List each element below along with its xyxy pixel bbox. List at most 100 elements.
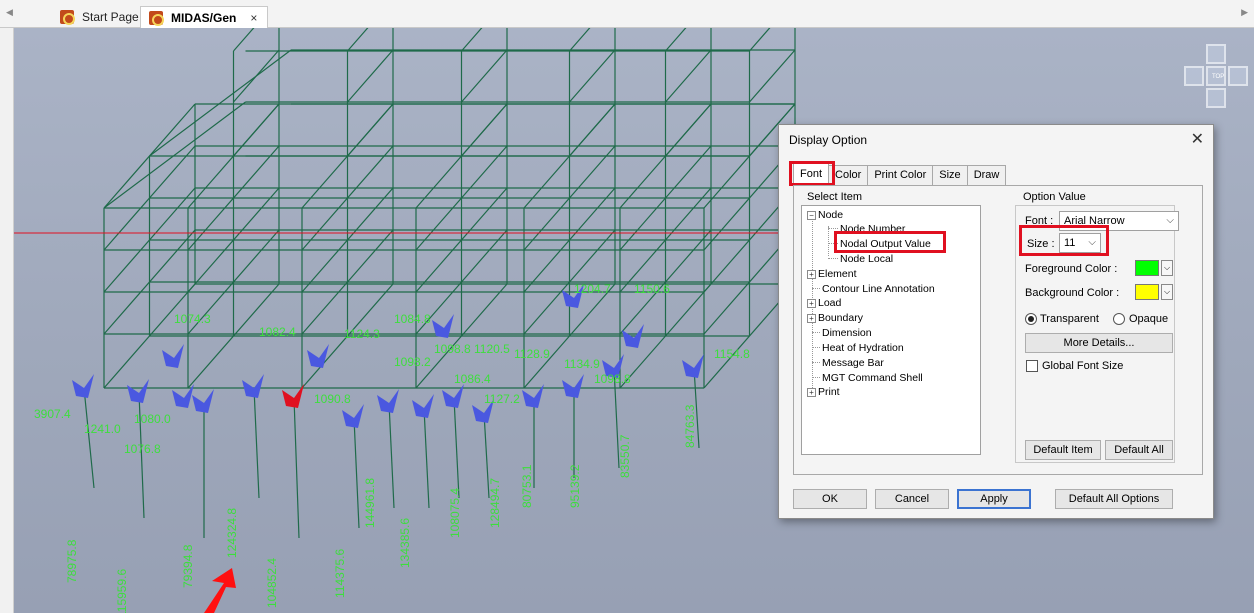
tab-midas-gen-label: MIDAS/Gen: [171, 10, 237, 25]
opaque-radio[interactable]: [1113, 313, 1125, 325]
nodal-output-label: 84763.3: [683, 404, 697, 448]
view-cube-navigator[interactable]: TOP: [1184, 44, 1248, 108]
transparent-label: Transparent: [1040, 313, 1099, 325]
big-red-arrow-icon: [204, 568, 236, 613]
frame-beam: [347, 28, 369, 52]
tree-item-print-label: Print: [818, 386, 840, 398]
frame-beam: [461, 103, 508, 157]
tab-start-page[interactable]: Start Page: [52, 6, 149, 28]
frame-beam: [665, 49, 712, 103]
view-cube-top[interactable]: TOP: [1206, 66, 1226, 86]
global-font-size-checkbox[interactable]: [1026, 360, 1038, 372]
default-all-options-button[interactable]: Default All Options: [1055, 489, 1173, 509]
tree-item-load[interactable]: + Load: [807, 297, 841, 309]
tree-guide: [828, 226, 829, 256]
tree-item-heat-of-hydration[interactable]: Heat of Hydration: [822, 342, 904, 354]
tree-item-element-label: Element: [818, 268, 857, 280]
frame-beam: [569, 28, 591, 52]
transparent-radio[interactable]: [1025, 313, 1037, 325]
nodal-output-label: 95139.2: [568, 464, 582, 508]
nodal-output-label: 1080.0: [134, 412, 171, 426]
foreground-color-label: Foreground Color :: [1025, 263, 1118, 275]
foreground-color-dropdown-icon[interactable]: ⌵: [1161, 260, 1173, 276]
tree-item-dimension[interactable]: Dimension: [822, 327, 872, 339]
reaction-arrow-icon: [562, 374, 584, 398]
view-cube-right[interactable]: [1228, 66, 1248, 86]
tree-item-element[interactable]: + Element: [807, 268, 857, 280]
reaction-arrows: [72, 284, 704, 428]
view-cube-left[interactable]: [1184, 66, 1204, 86]
nodal-output-label: 104852.4: [265, 558, 279, 608]
nodal-output-label: 108075.4: [448, 488, 462, 538]
tree-item-contour-label: Contour Line Annotation: [822, 283, 935, 295]
nodal-output-label: 1127.2: [484, 392, 520, 406]
tree-item-node-local-label: Node Local: [840, 253, 894, 265]
building-frame: [83, 28, 796, 539]
tree-guide: [828, 228, 838, 229]
cancel-button[interactable]: Cancel: [875, 489, 949, 509]
chevron-down-icon: ⌵: [1166, 215, 1174, 226]
apply-button[interactable]: Apply: [957, 489, 1031, 509]
expand-icon[interactable]: +: [807, 299, 816, 308]
reaction-arrow-icon: [162, 344, 184, 368]
support-column: [453, 397, 460, 499]
view-cube-front[interactable]: [1206, 88, 1226, 108]
tree-item-mgt-command-shell[interactable]: MGT Command Shell: [822, 372, 923, 384]
view-cube-back[interactable]: [1206, 44, 1226, 64]
close-tab-icon[interactable]: ×: [250, 11, 257, 25]
foreground-color-swatch[interactable]: [1135, 260, 1159, 276]
default-item-button[interactable]: Default Item: [1025, 440, 1101, 460]
tree-item-node[interactable]: − Node: [807, 209, 843, 221]
reaction-arrow-icon: [377, 389, 399, 413]
nodal-output-label: 134385.6: [398, 518, 412, 568]
reaction-arrow-icon: [412, 394, 434, 418]
nodal-output-label: 1076.8: [124, 442, 161, 456]
tab-print-color[interactable]: Print Color: [867, 165, 934, 185]
default-all-button[interactable]: Default All: [1105, 440, 1173, 460]
dialog-close-icon[interactable]: ✕: [1191, 129, 1204, 149]
tab-scroll-right-icon[interactable]: ▶: [1241, 7, 1248, 18]
ok-button[interactable]: OK: [793, 489, 867, 509]
tree-item-boundary-label: Boundary: [818, 312, 863, 324]
nodal-output-label: 1090.8: [314, 392, 351, 406]
tree-item-print[interactable]: + Print: [807, 386, 840, 398]
tab-size[interactable]: Size: [932, 165, 968, 185]
support-column: [293, 397, 300, 539]
nodal-output-label: 1074.3: [174, 312, 211, 326]
frame-beam: [749, 49, 796, 103]
support-column: [253, 387, 260, 499]
expand-icon[interactable]: +: [807, 314, 816, 323]
background-color-swatch[interactable]: [1135, 284, 1159, 300]
frame-beam: [233, 103, 280, 157]
frame-beam: [347, 49, 394, 103]
frame-brace: [103, 101, 246, 209]
tab-draw[interactable]: Draw: [966, 165, 1007, 185]
background-color-dropdown-icon[interactable]: ⌵: [1161, 284, 1173, 300]
tree-item-message-bar-label: Message Bar: [822, 357, 884, 369]
nodal-output-label: 80753.1: [520, 464, 534, 508]
nodal-output-label: 128494.7: [488, 478, 502, 528]
nodal-output-label: 1204.7: [574, 282, 611, 296]
tab-midas-gen[interactable]: MIDAS/Gen ×: [140, 6, 269, 28]
more-details-button[interactable]: More Details...: [1025, 333, 1173, 353]
nodal-output-label: 1150.6: [634, 282, 670, 296]
support-column: [353, 417, 360, 529]
dialog-title: Display Option: [789, 133, 868, 147]
nodal-output-label: 1084.8: [394, 312, 431, 326]
expand-icon[interactable]: +: [807, 388, 816, 397]
tree-item-contour-line-annotation[interactable]: Contour Line Annotation: [822, 283, 935, 295]
highlight-box-font-tab: [789, 161, 835, 186]
highlight-box-size: [1019, 225, 1109, 256]
tab-scroll-left-icon[interactable]: ◀: [6, 7, 13, 18]
nodal-output-label: 114375.6: [333, 549, 347, 598]
tree-item-message-bar[interactable]: Message Bar: [822, 357, 884, 369]
expand-icon[interactable]: +: [807, 270, 816, 279]
nodal-output-label: 83550.7: [618, 434, 632, 478]
nodal-output-label: 1241.0: [84, 422, 121, 436]
tree-item-node-local[interactable]: Node Local: [840, 253, 893, 265]
frame-beam: [233, 28, 255, 52]
nodal-output-label: 1098.2: [394, 355, 431, 369]
collapse-icon[interactable]: −: [807, 211, 816, 220]
tree-item-boundary[interactable]: + Boundary: [807, 312, 863, 324]
frame-beam: [461, 49, 508, 103]
